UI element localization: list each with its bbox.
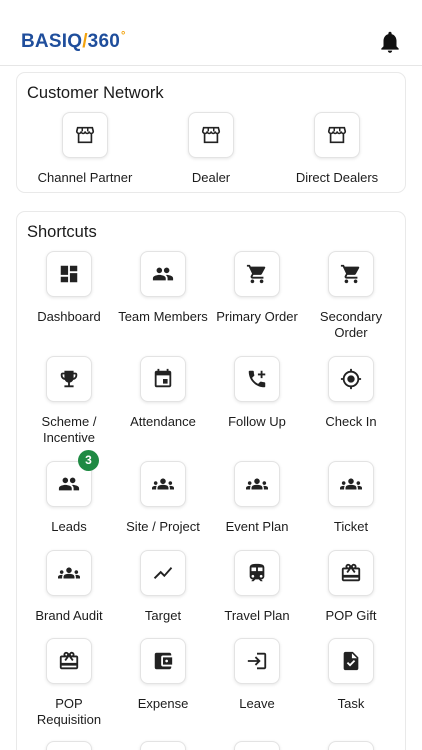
tile-label: Dashboard — [37, 309, 101, 324]
app-logo: BASIQ/360° — [21, 30, 126, 53]
shortcut-leads[interactable]: 3 Leads — [24, 450, 114, 535]
shortcut-check-in[interactable]: Check In — [306, 356, 396, 430]
groups-icon — [328, 461, 374, 507]
shortcut-leave[interactable]: Leave — [212, 638, 302, 712]
storefront-icon — [314, 112, 360, 158]
shortcut-icon-partial — [328, 741, 374, 750]
cart-icon — [328, 251, 374, 297]
tile-label: Leads — [51, 519, 87, 534]
shortcut-secondary-order[interactable]: Secondary Order — [306, 251, 396, 341]
tile-label: Ticket — [333, 519, 369, 534]
logo-text-right: 360 — [87, 31, 120, 52]
trend-icon — [140, 550, 186, 596]
tile-label: Secondary Order — [319, 309, 383, 340]
phone-add-icon — [234, 356, 280, 402]
people-icon — [140, 251, 186, 297]
tile-label: Travel Plan — [224, 608, 290, 623]
shortcut-icon-partial — [140, 741, 186, 750]
gift-card-icon — [328, 550, 374, 596]
app-header: BASIQ/360° — [0, 0, 422, 66]
shortcut-partial-3[interactable] — [212, 741, 302, 750]
shortcut-partial-1[interactable] — [24, 741, 114, 750]
shortcut-team-members[interactable]: Team Members — [118, 251, 208, 325]
tile-label: Brand Audit — [35, 608, 103, 623]
shortcut-attendance[interactable]: Attendance — [118, 356, 208, 430]
tile-label: Primary Order — [216, 309, 298, 324]
shortcut-scheme-incentive[interactable]: Scheme / Incentive — [24, 356, 114, 446]
shortcut-travel-plan[interactable]: Travel Plan — [212, 550, 302, 624]
train-icon — [234, 550, 280, 596]
tile-label: Attendance — [130, 414, 196, 429]
calendar-icon — [140, 356, 186, 402]
tile-label: Check In — [325, 414, 377, 429]
tile-label: Leave — [239, 696, 275, 711]
customer-network-dealer[interactable]: Dealer — [148, 112, 274, 186]
shortcut-expense[interactable]: Expense — [118, 638, 208, 712]
logo-degree: ° — [120, 30, 126, 42]
tile-label: Expense — [137, 696, 189, 711]
trophy-icon — [46, 356, 92, 402]
shortcut-event-plan[interactable]: Event Plan — [212, 461, 302, 535]
groups-icon — [46, 550, 92, 596]
tile-label: Dealer — [191, 170, 231, 185]
tile-label: Team Members — [118, 309, 208, 324]
shortcut-partial-4[interactable] — [306, 741, 396, 750]
login-icon — [234, 638, 280, 684]
shortcut-partial-2[interactable] — [118, 741, 208, 750]
shortcut-icon-partial — [234, 741, 280, 750]
shortcut-pop-gift[interactable]: POP Gift — [306, 550, 396, 624]
customer-network-title: Customer Network — [27, 84, 164, 102]
customer-network-channel-partner[interactable]: Channel Partner — [22, 112, 148, 186]
groups-icon — [234, 461, 280, 507]
logo-text-left: BASIQ — [21, 31, 83, 52]
gift-card-icon — [46, 638, 92, 684]
groups-icon — [140, 461, 186, 507]
dashboard-icon — [46, 251, 92, 297]
shortcut-ticket[interactable]: Ticket — [306, 461, 396, 535]
task-icon — [328, 638, 374, 684]
tile-label: Scheme / Incentive — [41, 414, 97, 445]
leads-count-badge: 3 — [78, 450, 99, 471]
shortcut-follow-up[interactable]: Follow Up — [212, 356, 302, 430]
cart-icon — [234, 251, 280, 297]
tile-label: Follow Up — [228, 414, 286, 429]
tile-label: POP Gift — [325, 608, 377, 623]
tile-label: Site / Project — [126, 519, 200, 534]
shortcut-dashboard[interactable]: Dashboard — [24, 251, 114, 325]
shortcut-brand-audit[interactable]: Brand Audit — [24, 550, 114, 624]
shortcut-pop-requisition[interactable]: POP Requisition — [24, 638, 114, 728]
storefront-icon — [188, 112, 234, 158]
shortcut-site-project[interactable]: Site / Project — [118, 461, 208, 535]
tile-label: Target — [144, 608, 182, 623]
shortcut-primary-order[interactable]: Primary Order — [212, 251, 302, 325]
people-icon: 3 — [46, 450, 99, 507]
bell-icon[interactable] — [377, 28, 403, 56]
tile-label: POP Requisition — [36, 696, 102, 727]
customer-network-direct-dealers[interactable]: Direct Dealers — [274, 112, 400, 186]
storefront-icon — [62, 112, 108, 158]
location-target-icon — [328, 356, 374, 402]
tile-label: Event Plan — [225, 519, 289, 534]
shortcuts-title: Shortcuts — [27, 223, 97, 241]
shortcut-target[interactable]: Target — [118, 550, 208, 624]
wallet-icon — [140, 638, 186, 684]
shortcut-icon-partial — [46, 741, 92, 750]
tile-label: Direct Dealers — [295, 170, 379, 185]
shortcut-task[interactable]: Task — [306, 638, 396, 712]
tile-label: Channel Partner — [37, 170, 133, 185]
tile-label: Task — [337, 696, 365, 711]
